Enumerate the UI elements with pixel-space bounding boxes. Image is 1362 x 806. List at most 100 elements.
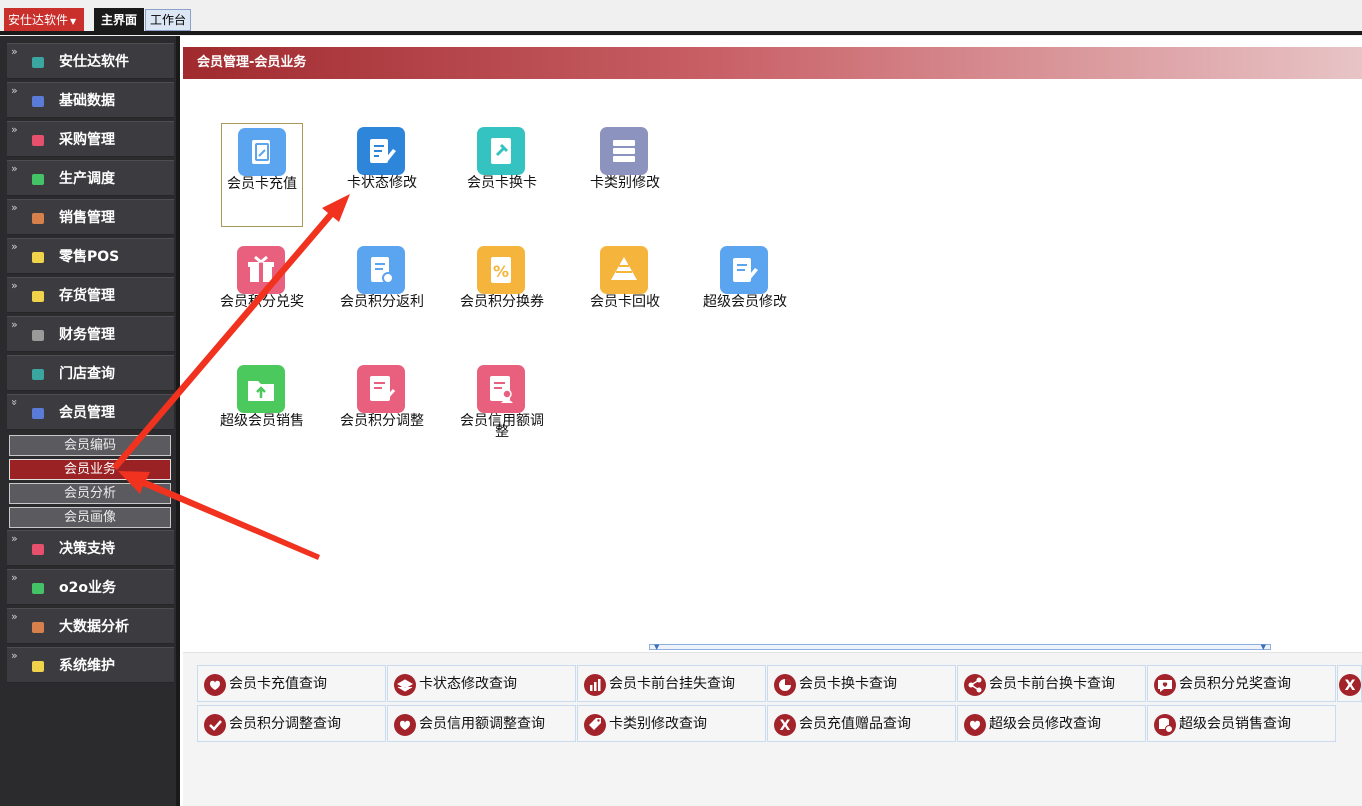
tile-label: 会员积分兑奖 [220, 294, 304, 310]
sidebar-subitem-1[interactable]: 会员业务 [9, 459, 171, 480]
doc-gear-icon [357, 246, 405, 294]
query-button-2[interactable]: 会员卡前台挂失查询 [577, 665, 766, 702]
svg-text:X: X [780, 718, 791, 734]
sidebar-item-2[interactable]: » 采购管理 [7, 121, 174, 157]
sidebar-item-5[interactable]: » 零售POS [7, 238, 174, 274]
sidebar-item-8[interactable]: »门店查询 [7, 355, 174, 391]
module-icon [32, 57, 44, 68]
sidebar-item-label: 采购管理 [59, 132, 115, 148]
tile-label: 超级会员销售 [220, 413, 304, 429]
tile-1[interactable]: 卡状态修改 [341, 123, 423, 227]
sidebar-item-12[interactable]: » 大数据分析 [7, 608, 174, 644]
sidebar-item-10[interactable]: » 决策支持 [7, 530, 174, 566]
tile-8[interactable]: 超级会员修改 [703, 242, 787, 346]
chevron-right-icon: » [11, 123, 18, 136]
top-divider [0, 31, 1362, 35]
tile-9[interactable]: 超级会员销售 [220, 361, 304, 465]
chevron-expanded-icon: » [7, 399, 21, 406]
tile-label: 会员卡回收 [590, 294, 660, 310]
chevron-right-icon: » [11, 532, 18, 545]
panel-splitter[interactable]: ▼ ▼ [649, 643, 1271, 651]
query-button-label: 会员卡充值查询 [229, 676, 327, 692]
bar-chart-icon [584, 674, 606, 696]
edit-pen-icon [720, 246, 768, 294]
tile-11[interactable]: 会员信用额调整 [460, 361, 544, 465]
tile-label: 会员卡换卡 [467, 175, 537, 191]
chevron-right-icon: » [11, 649, 18, 662]
chevron-right-icon: » [11, 279, 18, 292]
query-button-6[interactable]: X [1337, 665, 1362, 702]
pin-card-icon [477, 127, 525, 175]
module-icon [32, 291, 44, 302]
query-button-5[interactable]: 会员积分兑奖查询 [1147, 665, 1336, 702]
chevron-right-icon: » [11, 571, 18, 584]
tile-2[interactable]: 会员卡换卡 [461, 123, 543, 227]
query-button-label: 会员积分兑奖查询 [1179, 676, 1291, 692]
sidebar-item-13[interactable]: » 系统维护 [7, 647, 174, 683]
tile-0[interactable]: 会员卡充值 [221, 123, 303, 227]
tab-workbench[interactable]: 工作台 [145, 9, 191, 31]
tile-label: 卡状态修改 [347, 175, 417, 191]
query-button-9[interactable]: 卡类别修改查询 [577, 705, 766, 742]
chevron-right-icon: » [11, 84, 18, 97]
query-button-11[interactable]: 超级会员修改查询 [957, 705, 1146, 742]
query-button-label: 会员卡前台换卡查询 [989, 676, 1115, 692]
query-button-12[interactable]: 超级会员销售查询 [1147, 705, 1336, 742]
tag-icon [584, 714, 606, 736]
query-button-4[interactable]: 会员卡前台换卡查询 [957, 665, 1146, 702]
sidebar-subitem-3[interactable]: 会员画像 [9, 507, 171, 528]
sidebar-item-4[interactable]: » 销售管理 [7, 199, 174, 235]
sidebar-item-6[interactable]: » 存货管理 [7, 277, 174, 313]
top-bar: 安仕达软件 ▼ 主界面 工作台 [0, 0, 1362, 36]
query-button-label: 卡类别修改查询 [609, 716, 707, 732]
module-icon [32, 213, 44, 224]
module-icon [32, 661, 44, 672]
tile-5[interactable]: 会员积分返利 [340, 242, 424, 346]
query-button-label: 会员卡换卡查询 [799, 676, 897, 692]
hearts-icon [204, 674, 226, 696]
sidebar-item-0[interactable]: » 安仕达软件 [7, 43, 174, 79]
app-menu-button[interactable]: 安仕达软件 ▼ [4, 8, 84, 32]
page-title: 会员管理-会员业务 [197, 55, 307, 70]
query-button-label: 会员积分调整查询 [229, 716, 341, 732]
query-button-8[interactable]: 会员信用额调整查询 [387, 705, 576, 742]
arrow-down-icon: ▼ [1260, 643, 1266, 651]
chevron-right-icon: » [11, 610, 18, 623]
query-button-3[interactable]: 会员卡换卡查询 [767, 665, 956, 702]
tab-main[interactable]: 主界面 [94, 8, 144, 32]
sidebar-subitem-0[interactable]: 会员编码 [9, 435, 171, 456]
sidebar-item-3[interactable]: » 生产调度 [7, 160, 174, 196]
module-icon [32, 330, 44, 341]
sidebar-item-1[interactable]: » 基础数据 [7, 82, 174, 118]
sidebar-item-11[interactable]: » o2o业务 [7, 569, 174, 605]
sidebar-item-label: 门店查询 [59, 366, 115, 382]
sidebar-item-label: 系统维护 [59, 658, 115, 674]
tile-4[interactable]: 会员积分兑奖 [220, 242, 304, 346]
sidebar-item-label: 决策支持 [59, 541, 115, 557]
sidebar-item-label: 财务管理 [59, 327, 115, 343]
app-window: 安仕达软件 ▼ 主界面 工作台 » 安仕达软件» 基础数据» 采购管理» 生产调度» 销售管… [0, 0, 1362, 806]
gift-icon [237, 246, 285, 294]
tile-7[interactable]: 会员卡回收 [584, 242, 666, 346]
query-button-10[interactable]: X 会员充值赠品查询 [767, 705, 956, 742]
folder-upload-icon [237, 365, 285, 413]
doc-check-icon [357, 365, 405, 413]
sidebar-scrollbar[interactable] [176, 36, 180, 806]
sidebar-item-7[interactable]: » 财务管理 [7, 316, 174, 352]
query-button-1[interactable]: 卡状态修改查询 [387, 665, 576, 702]
tile-10[interactable]: 会员积分调整 [340, 361, 424, 465]
percent-coupon-icon: % [477, 246, 525, 294]
tile-3[interactable]: 卡类别修改 [584, 123, 666, 227]
sidebar-item-label: o2o业务 [59, 580, 116, 596]
tile-6[interactable]: % 会员积分换券 [460, 242, 544, 346]
query-button-7[interactable]: 会员积分调整查询 [197, 705, 386, 742]
chevron-right-icon: » [11, 318, 18, 331]
sidebar-item-9[interactable]: » 会员管理 [7, 394, 174, 430]
sidebar-subitem-2[interactable]: 会员分析 [9, 483, 171, 504]
chevron-right-icon: » [11, 162, 18, 175]
query-button-0[interactable]: 会员卡充值查询 [197, 665, 386, 702]
page-header: 会员管理-会员业务 [183, 47, 1362, 79]
sidebar-item-label: 会员管理 [59, 405, 115, 421]
tile-label: 卡类别修改 [590, 175, 660, 191]
query-button-label: 会员充值赠品查询 [799, 716, 911, 732]
